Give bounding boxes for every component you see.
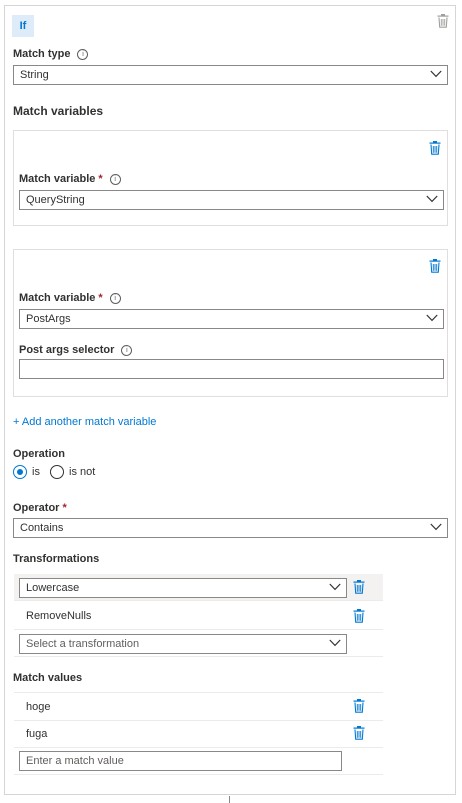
delete-transformation-trash-icon[interactable] xyxy=(353,609,365,623)
chevron-down-icon xyxy=(426,314,438,322)
chevron-down-icon xyxy=(430,70,442,78)
chevron-down-icon xyxy=(426,195,438,203)
operation-radio-is[interactable] xyxy=(13,465,27,479)
match-variable-card-2: Match variable * i PostArgs Post args sele… xyxy=(13,249,448,397)
match-type-label: Match type i xyxy=(13,48,89,60)
operation-option-is-label: is xyxy=(32,466,40,478)
match-type-label-text: Match type xyxy=(13,48,71,60)
post-args-selector-input[interactable] xyxy=(19,359,444,379)
condition-panel: If Match type i String Match variables Ma… xyxy=(4,5,456,795)
match-variable-label: Match variable * i xyxy=(19,292,121,304)
chevron-down-icon xyxy=(329,583,341,591)
transformations-label: Transformations xyxy=(13,553,100,565)
operation-option-is-not-label: is not xyxy=(69,466,96,478)
match-variable-label-text: Match variable xyxy=(19,292,96,304)
match-variable-label-text: Match variable xyxy=(19,173,96,185)
bottom-connector-line xyxy=(229,796,230,803)
post-args-selector-label-text: Post args selector xyxy=(19,344,115,356)
operation-label: Operation xyxy=(13,448,65,460)
match-type-value: String xyxy=(20,69,49,81)
select-transformation-dropdown[interactable]: Select a transformation xyxy=(19,634,347,654)
match-value-row: hoge xyxy=(14,692,383,721)
info-icon[interactable]: i xyxy=(121,345,133,356)
new-transformation-row: Select a transformation xyxy=(14,630,383,657)
match-value-text: fuga xyxy=(26,728,48,740)
select-transformation-placeholder: Select a transformation xyxy=(26,638,140,650)
delete-match-variable-trash-icon[interactable] xyxy=(429,259,441,273)
match-values-label: Match values xyxy=(13,672,83,684)
info-icon[interactable]: i xyxy=(77,49,89,60)
transformation-row: RemoveNulls xyxy=(14,602,383,630)
transformation-dropdown[interactable]: Lowercase xyxy=(19,578,347,598)
transformation-value: RemoveNulls xyxy=(26,610,92,622)
match-value-placeholder: Enter a match value xyxy=(26,755,124,767)
delete-match-value-trash-icon[interactable] xyxy=(353,699,365,713)
required-mark: * xyxy=(62,502,67,514)
match-variable-value: QueryString xyxy=(26,194,85,206)
match-variable-label: Match variable * i xyxy=(19,173,121,185)
match-type-dropdown[interactable]: String xyxy=(13,65,448,85)
info-icon[interactable]: i xyxy=(109,293,121,304)
post-args-selector-label: Post args selector i xyxy=(19,344,133,356)
operator-dropdown[interactable]: Contains xyxy=(13,518,448,538)
new-match-value-row: Enter a match value xyxy=(14,748,383,775)
delete-condition-trash-icon[interactable] xyxy=(437,14,449,28)
match-value-row: fuga xyxy=(14,720,383,748)
operator-label: Operator * xyxy=(13,502,67,514)
match-variable-dropdown[interactable]: QueryString xyxy=(19,190,444,210)
delete-match-variable-trash-icon[interactable] xyxy=(429,141,441,155)
transformation-row: Lowercase xyxy=(14,574,383,601)
match-variable-value: PostArgs xyxy=(26,313,71,325)
operation-radio-is-not[interactable] xyxy=(50,465,64,479)
operator-label-text: Operator xyxy=(13,502,60,514)
transformation-value: Lowercase xyxy=(26,582,80,594)
delete-match-value-trash-icon[interactable] xyxy=(353,726,365,740)
match-value-text: hoge xyxy=(26,701,51,713)
chevron-down-icon xyxy=(430,523,442,531)
if-badge: If xyxy=(12,15,34,37)
match-variable-card-1: Match variable * i QueryString xyxy=(13,130,448,226)
operator-value: Contains xyxy=(20,522,64,534)
add-match-variable-link[interactable]: + Add another match variable xyxy=(13,416,156,428)
required-mark: * xyxy=(98,292,103,304)
radio-dot xyxy=(17,469,23,475)
match-value-input[interactable]: Enter a match value xyxy=(19,751,342,771)
info-icon[interactable]: i xyxy=(109,174,121,185)
match-variable-dropdown[interactable]: PostArgs xyxy=(19,309,444,329)
delete-transformation-trash-icon[interactable] xyxy=(353,580,365,594)
required-mark: * xyxy=(98,173,103,185)
match-variables-title: Match variables xyxy=(13,104,104,118)
chevron-down-icon xyxy=(329,639,341,647)
